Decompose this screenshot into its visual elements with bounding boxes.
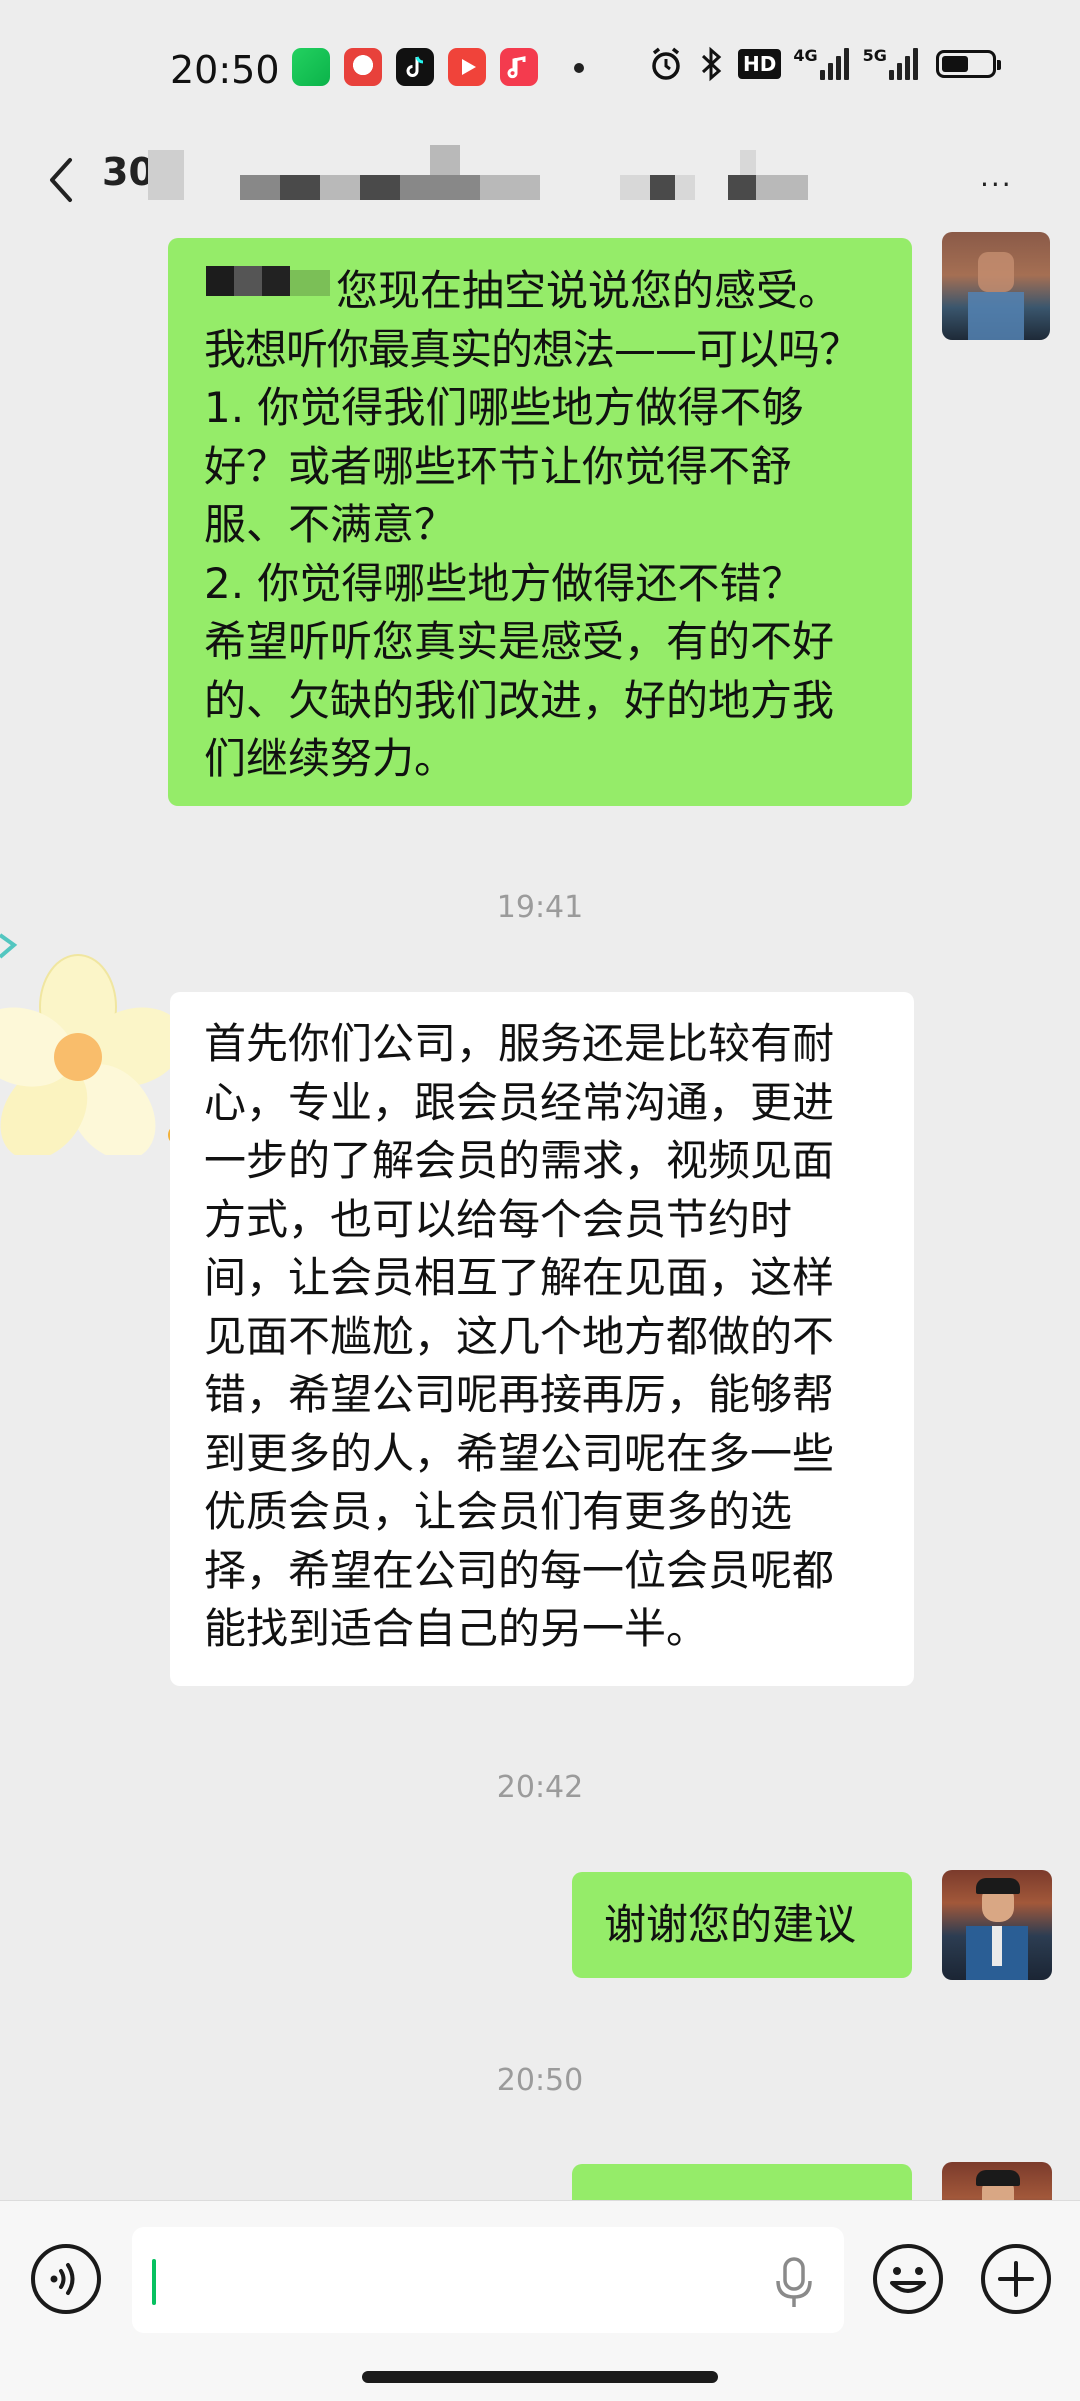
message-line: 服、不满意？ bbox=[204, 500, 457, 549]
notification-dot-icon bbox=[574, 63, 584, 73]
home-indicator[interactable] bbox=[362, 2371, 718, 2383]
voice-icon[interactable] bbox=[28, 2241, 104, 2317]
bluetooth-icon bbox=[701, 46, 722, 82]
message-line: 错，希望公司呢再接再厉，能够帮 bbox=[204, 1370, 835, 1419]
game-app-icon bbox=[344, 48, 382, 86]
network-5g-label: 5G bbox=[862, 46, 887, 65]
message-line: 希望听听您真实是感受，有的不好 bbox=[204, 617, 835, 666]
message-line: 我想听你最真实的想法——可以吗？ bbox=[204, 324, 861, 374]
plus-icon[interactable] bbox=[978, 2241, 1054, 2317]
microphone-icon[interactable] bbox=[772, 2255, 816, 2311]
chevron-left-icon[interactable] bbox=[40, 150, 80, 210]
timestamp: 20:42 bbox=[496, 1770, 584, 1805]
message-line: 优质会员，让会员们有更多的选 bbox=[204, 1487, 793, 1536]
message-line: 择，希望在公司的每一位会员呢都 bbox=[204, 1545, 835, 1595]
contact-avatar[interactable] bbox=[0, 915, 190, 1160]
message-line: 2. 你觉得哪些地方做得还不错？ bbox=[204, 558, 804, 608]
message-text: 谢谢您的建议 bbox=[604, 1900, 857, 1949]
message-line: 间，让会员相互了解在见面，这样 bbox=[204, 1253, 835, 1302]
more-options-icon[interactable]: ··· bbox=[980, 168, 1013, 201]
signal-4g: 4G bbox=[793, 46, 849, 80]
message-bubble-received[interactable]: 首先你们公司，服务还是比较有耐 心，专业，跟会员经常沟通，更进 一步的了解会员的… bbox=[170, 992, 914, 1686]
signal-5g: 5G bbox=[863, 48, 918, 80]
network-4g-label: 4G bbox=[793, 46, 818, 65]
tiktok-app-icon bbox=[396, 48, 434, 86]
status-time: 20:50 bbox=[170, 48, 280, 92]
message-line: 首先你们公司，服务还是比较有耐 bbox=[204, 1019, 835, 1068]
hd-badge: HD bbox=[738, 49, 782, 79]
message-input[interactable] bbox=[132, 2227, 844, 2333]
message-line: 方式，也可以给每个会员节约时 bbox=[204, 1194, 793, 1244]
my-avatar-top[interactable] bbox=[942, 232, 1050, 340]
timestamp: 19:41 bbox=[496, 890, 584, 925]
message-line: 1. 你觉得我们哪些地方做得不够 bbox=[204, 383, 804, 432]
music-app-icon bbox=[500, 48, 538, 86]
text-cursor bbox=[152, 2259, 156, 2305]
message-line: 们继续努力。 bbox=[204, 734, 457, 783]
my-avatar[interactable] bbox=[942, 1870, 1052, 1980]
iqiyi-app-icon bbox=[292, 48, 330, 86]
status-bar: 20:50 HD 4G 5G bbox=[0, 0, 1080, 140]
message-bubble-sent[interactable]: 谢谢您的建议 bbox=[572, 1872, 912, 1978]
alarm-icon bbox=[652, 47, 680, 80]
message-line: 的、欠缺的我们改进，好的地方我 bbox=[204, 675, 835, 725]
status-icons: HD 4G 5G bbox=[646, 44, 1001, 84]
emoji-icon[interactable] bbox=[870, 2241, 946, 2317]
flower-icon bbox=[0, 933, 188, 1160]
video-app-icon bbox=[448, 48, 486, 86]
battery-icon bbox=[935, 50, 1001, 78]
message-line: 到更多的人，希望公司呢在多一些 bbox=[204, 1428, 835, 1478]
timestamp: 20:50 bbox=[496, 2063, 584, 2098]
message-bubble-sent[interactable]: 您现在抽空说说您的感受。 我想听你最真实的想法——可以吗？ 1. 你觉得我们哪些… bbox=[168, 238, 912, 806]
message-line: 一步的了解会员的需求，视频见面 bbox=[204, 1136, 835, 1185]
message-line: 能找到适合自己的另一半。 bbox=[204, 1604, 709, 1653]
message-line: 见面不尴尬，这几个地方都做的不 bbox=[204, 1311, 835, 1361]
message-line: 心，专业，跟会员经常沟通，更进 bbox=[204, 1077, 835, 1127]
hd-label: HD bbox=[743, 52, 777, 76]
message-line: 好？或者哪些环节让你觉得不舒 bbox=[204, 441, 793, 491]
